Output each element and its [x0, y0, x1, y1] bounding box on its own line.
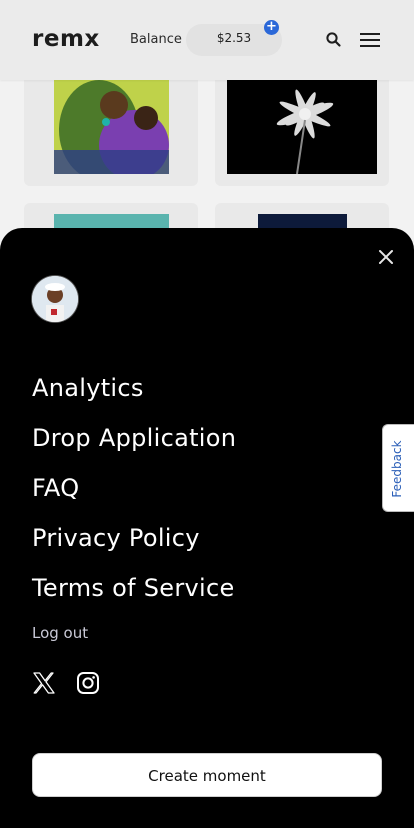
remx-logo[interactable]: remx [32, 24, 100, 54]
close-icon[interactable] [376, 247, 396, 267]
navigation-drawer: Analytics Drop Application FAQ Privacy P… [0, 228, 414, 828]
create-moment-button[interactable]: Create moment [32, 753, 382, 797]
hamburger-menu-icon[interactable] [358, 30, 382, 50]
menu-item-faq[interactable]: FAQ [32, 463, 236, 513]
balance-label: Balance [130, 32, 182, 47]
instagram-icon[interactable] [76, 671, 100, 695]
x-icon[interactable] [32, 671, 56, 695]
add-funds-icon[interactable]: + [264, 20, 279, 35]
menu-item-terms-of-service[interactable]: Terms of Service [32, 563, 236, 613]
logout-link[interactable]: Log out [32, 624, 88, 642]
card-artwork [227, 70, 377, 174]
search-icon[interactable] [324, 30, 344, 50]
feedback-tab[interactable]: Feedback [382, 424, 414, 512]
drawer-menu: Analytics Drop Application FAQ Privacy P… [32, 363, 236, 613]
feedback-label: Feedback [390, 440, 404, 498]
card-artwork [54, 70, 169, 174]
menu-item-drop-application[interactable]: Drop Application [32, 413, 236, 463]
menu-item-analytics[interactable]: Analytics [32, 363, 236, 413]
avatar[interactable] [32, 276, 78, 322]
menu-item-privacy-policy[interactable]: Privacy Policy [32, 513, 236, 563]
app-header: remx Balance $2.53 + [0, 0, 414, 80]
